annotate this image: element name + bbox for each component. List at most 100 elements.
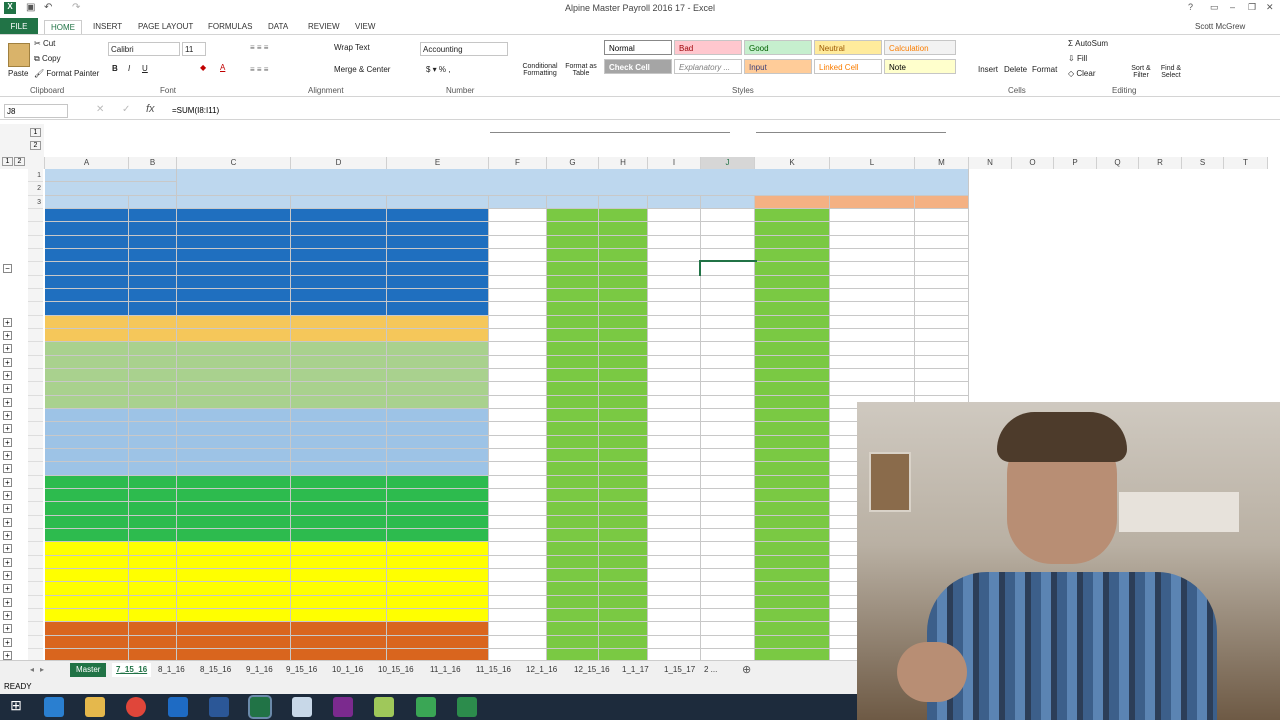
time-per-session-cell[interactable] bbox=[755, 542, 830, 556]
net-pay-cell[interactable] bbox=[648, 568, 701, 583]
work-classification-cell[interactable] bbox=[177, 635, 291, 649]
insert-cells-button[interactable]: Insert bbox=[978, 65, 998, 74]
job-title-cell[interactable] bbox=[387, 515, 489, 529]
frequency-cell[interactable] bbox=[599, 608, 648, 623]
net-pay-cell[interactable] bbox=[648, 262, 701, 276]
job-title-cell[interactable] bbox=[387, 542, 489, 556]
program-cell[interactable] bbox=[291, 288, 387, 303]
gross-pay-cell[interactable] bbox=[701, 368, 755, 383]
row-header[interactable] bbox=[28, 355, 43, 369]
column-header-K[interactable]: K bbox=[755, 157, 830, 169]
row-header[interactable] bbox=[28, 515, 43, 529]
gross-pay-cell[interactable] bbox=[701, 235, 755, 249]
session-class-cell[interactable] bbox=[489, 568, 547, 583]
job-title-cell[interactable] bbox=[387, 235, 489, 249]
rate-cell[interactable] bbox=[547, 382, 599, 396]
last-name-cell[interactable] bbox=[45, 475, 129, 489]
job-title-cell[interactable] bbox=[387, 328, 489, 343]
program-cell[interactable] bbox=[291, 208, 387, 223]
tab-view[interactable]: VIEW bbox=[355, 20, 375, 34]
last-name-cell[interactable] bbox=[45, 302, 129, 316]
work-classification-cell[interactable] bbox=[177, 222, 291, 236]
gross-hours-cell[interactable] bbox=[915, 355, 969, 369]
frequency-cell[interactable] bbox=[599, 595, 648, 609]
pay-period-cell[interactable] bbox=[45, 169, 177, 183]
last-name-cell[interactable] bbox=[45, 515, 129, 529]
rate-cell[interactable] bbox=[547, 275, 599, 289]
first-name-cell[interactable] bbox=[129, 502, 177, 516]
cut-button[interactable]: ✂ Cut bbox=[34, 39, 55, 48]
time-per-session-cell[interactable] bbox=[755, 435, 830, 449]
gross-hours-cell[interactable] bbox=[915, 235, 969, 249]
rate-cell[interactable] bbox=[547, 622, 599, 636]
outline-toggle-icon[interactable]: + bbox=[3, 464, 12, 474]
sheet-tab-8-15-16[interactable]: 8_15_16 bbox=[200, 663, 231, 677]
program-cell[interactable] bbox=[291, 528, 387, 543]
program-cell[interactable] bbox=[291, 368, 387, 383]
rate-cell[interactable] bbox=[547, 488, 599, 503]
outline-toggle-icon[interactable]: + bbox=[3, 384, 12, 394]
outline-toggle-icon[interactable]: + bbox=[3, 330, 12, 340]
row-header[interactable] bbox=[28, 368, 43, 383]
rate-cell[interactable] bbox=[547, 595, 599, 609]
frequency-cell[interactable] bbox=[599, 528, 648, 543]
first-name-cell[interactable] bbox=[129, 382, 177, 396]
function-icon[interactable]: fx bbox=[146, 103, 155, 115]
session-class-cell[interactable] bbox=[489, 435, 547, 449]
session-class-cell[interactable] bbox=[489, 475, 547, 489]
time-per-session-cell[interactable] bbox=[755, 342, 830, 356]
row-header[interactable] bbox=[28, 595, 43, 609]
underline-icon[interactable]: U bbox=[142, 64, 148, 73]
program-cell[interactable] bbox=[291, 608, 387, 623]
gross-pay-cell[interactable] bbox=[701, 555, 755, 569]
header-totall-session-time[interactable] bbox=[830, 195, 915, 209]
style-calculation[interactable]: Calculation bbox=[884, 40, 956, 55]
session-class-cell[interactable] bbox=[489, 368, 547, 383]
work-classification-cell[interactable] bbox=[177, 622, 291, 636]
select-all-corner[interactable] bbox=[28, 157, 45, 169]
ie-icon[interactable] bbox=[44, 697, 64, 717]
sheet-tab-10-1-16[interactable]: 10_1_16 bbox=[332, 663, 363, 677]
work-classification-cell[interactable] bbox=[177, 382, 291, 396]
session-class-cell[interactable] bbox=[489, 222, 547, 236]
column-header-F[interactable]: F bbox=[489, 157, 547, 169]
row-header[interactable] bbox=[28, 422, 43, 436]
total-session-time-cell[interactable] bbox=[830, 262, 915, 276]
time-per-session-cell[interactable] bbox=[755, 648, 830, 660]
frequency-cell[interactable] bbox=[599, 208, 648, 223]
frequency-cell[interactable] bbox=[599, 515, 648, 529]
gross-pay-cell[interactable] bbox=[701, 608, 755, 623]
column-header-R[interactable]: R bbox=[1139, 157, 1182, 169]
column-header-B[interactable]: B bbox=[129, 157, 177, 169]
net-pay-cell[interactable] bbox=[648, 515, 701, 529]
job-title-cell[interactable] bbox=[387, 315, 489, 329]
row-header[interactable] bbox=[28, 408, 43, 423]
gross-pay-cell[interactable] bbox=[701, 288, 755, 303]
program-cell[interactable] bbox=[291, 635, 387, 649]
row-header[interactable] bbox=[28, 275, 43, 289]
program-cell[interactable] bbox=[291, 582, 387, 596]
outline-toggle-icon[interactable]: + bbox=[3, 357, 12, 367]
program-cell[interactable] bbox=[291, 315, 387, 329]
row-header[interactable] bbox=[28, 648, 43, 660]
row-header[interactable] bbox=[28, 342, 43, 356]
autosum-button[interactable]: Σ AutoSum bbox=[1068, 39, 1108, 48]
time-per-session-cell[interactable] bbox=[755, 355, 830, 369]
frequency-cell[interactable] bbox=[599, 635, 648, 649]
rate-cell[interactable] bbox=[547, 408, 599, 423]
session-class-cell[interactable] bbox=[489, 275, 547, 289]
program-cell[interactable] bbox=[291, 595, 387, 609]
last-name-cell[interactable] bbox=[45, 275, 129, 289]
net-pay-cell[interactable] bbox=[648, 248, 701, 263]
frequency-cell[interactable] bbox=[599, 315, 648, 329]
time-per-session-cell[interactable] bbox=[755, 488, 830, 503]
gross-pay-cell[interactable] bbox=[701, 328, 755, 343]
outline-toggle-icon[interactable]: + bbox=[3, 557, 12, 567]
cancel-icon[interactable]: ✕ bbox=[96, 104, 104, 115]
work-classification-cell[interactable] bbox=[177, 608, 291, 623]
header-job-title[interactable] bbox=[387, 195, 489, 209]
first-name-cell[interactable] bbox=[129, 568, 177, 583]
frequency-cell[interactable] bbox=[599, 355, 648, 369]
first-name-cell[interactable] bbox=[129, 262, 177, 276]
outline-row-level-2[interactable]: 2 bbox=[14, 157, 25, 166]
